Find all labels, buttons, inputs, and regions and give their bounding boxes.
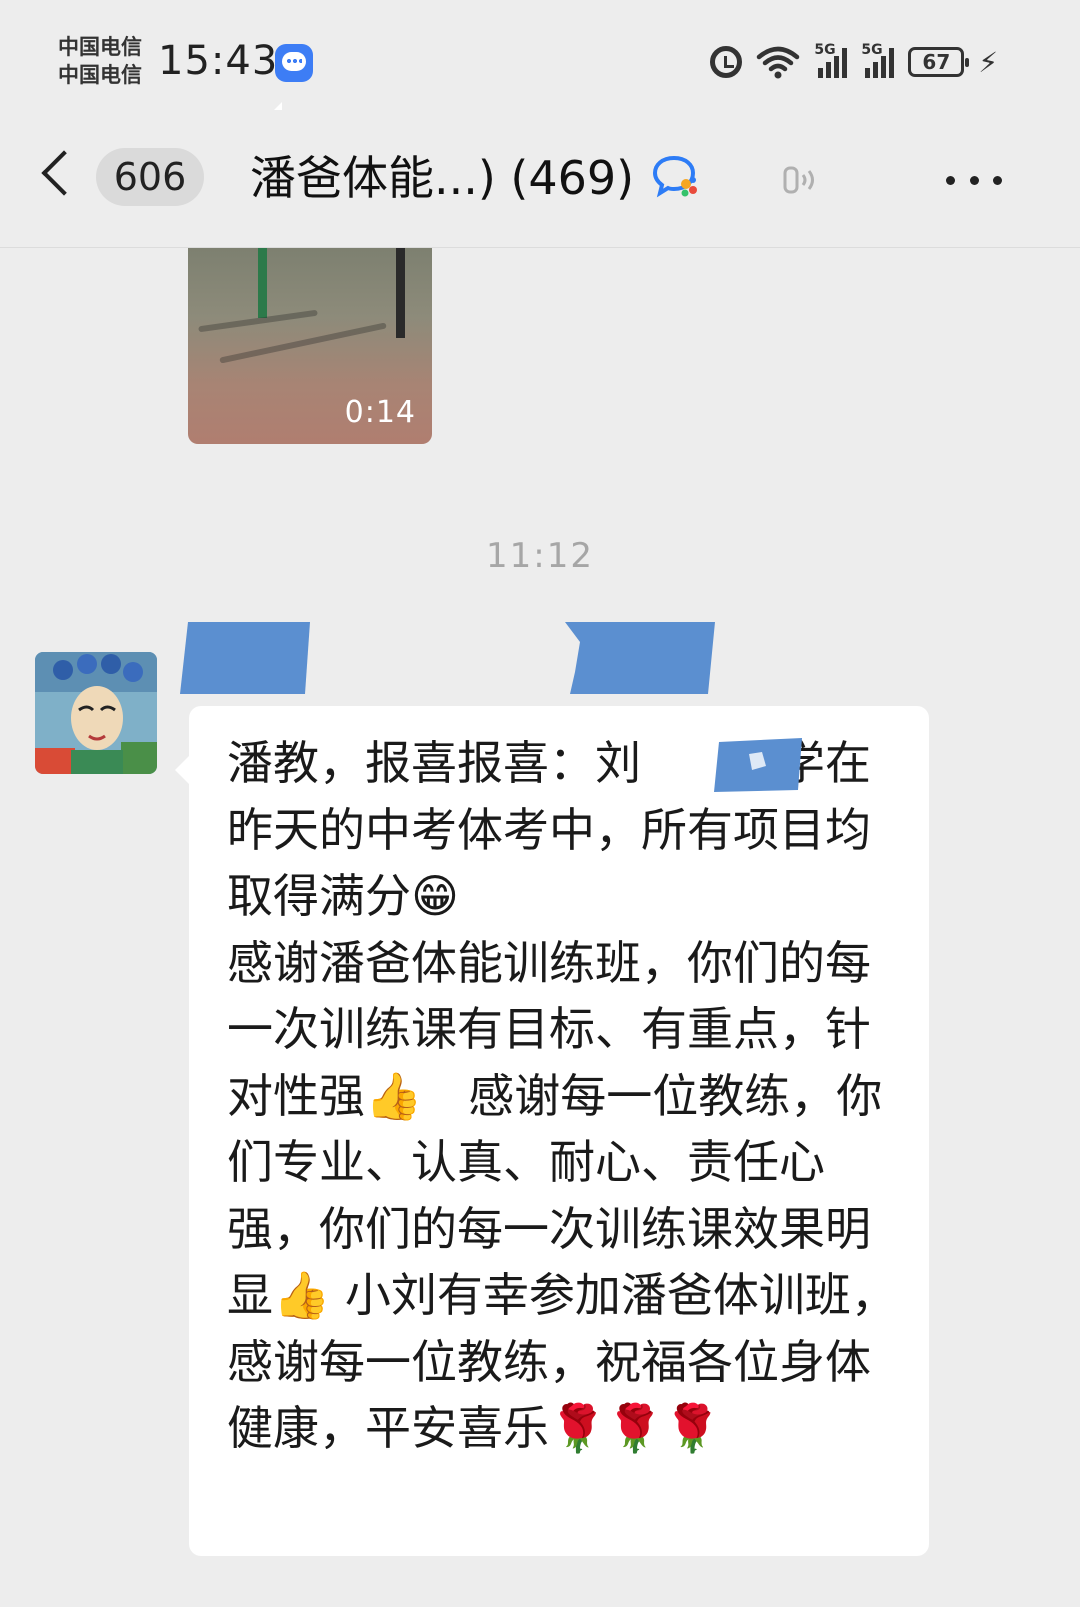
signal-icon-2: 5G (861, 42, 895, 78)
system-icons: 5G 5G 67 ⚡ (710, 40, 998, 84)
alarm-icon (710, 46, 743, 78)
sender-avatar[interactable] (35, 652, 157, 774)
back-icon[interactable] (41, 150, 87, 196)
sender-name-redaction (180, 622, 715, 694)
status-bar: 中国电信 中国电信 15:43 5G 5G 67 ⚡ (0, 0, 1080, 130)
signal-5g-label-2: 5G (861, 42, 883, 58)
text-message-bubble[interactable]: 潘教，报喜报喜：刘 同学在昨天的中考体考中，所有项目均取得满分😁 感谢潘爸体能训… (175, 706, 929, 1556)
signal-icon-1: 5G (814, 42, 848, 78)
charging-icon: ⚡ (978, 45, 998, 79)
name-redaction-patch (714, 738, 802, 792)
group-chat-icon[interactable] (652, 154, 700, 198)
chat-title[interactable]: 潘爸体能...) (469) (250, 142, 634, 208)
more-icon[interactable] (946, 176, 1002, 186)
status-time: 15:43 (158, 38, 279, 84)
wifi-icon (757, 46, 800, 79)
chat-header: 606 潘爸体能...) (469) (0, 110, 1080, 248)
message-text: 潘教，报喜报喜：刘 同学在昨天的中考体考中，所有项目均取得满分😁 感谢潘爸体能训… (227, 736, 897, 1455)
voice-mode-icon[interactable] (782, 164, 820, 196)
signal-5g-label-1: 5G (814, 42, 836, 58)
carrier-2: 中国电信 (58, 63, 142, 87)
message-timestamp: 11:12 (486, 536, 594, 576)
video-duration: 0:14 (344, 395, 416, 430)
unread-count-badge[interactable]: 606 (96, 148, 204, 206)
carrier-1: 中国电信 (58, 35, 142, 59)
carrier-labels: 中国电信 中国电信 (58, 33, 142, 89)
messages-app-icon (268, 44, 313, 130)
video-message-thumbnail[interactable]: 0:14 (188, 248, 432, 444)
battery-icon: 67 (908, 47, 970, 77)
